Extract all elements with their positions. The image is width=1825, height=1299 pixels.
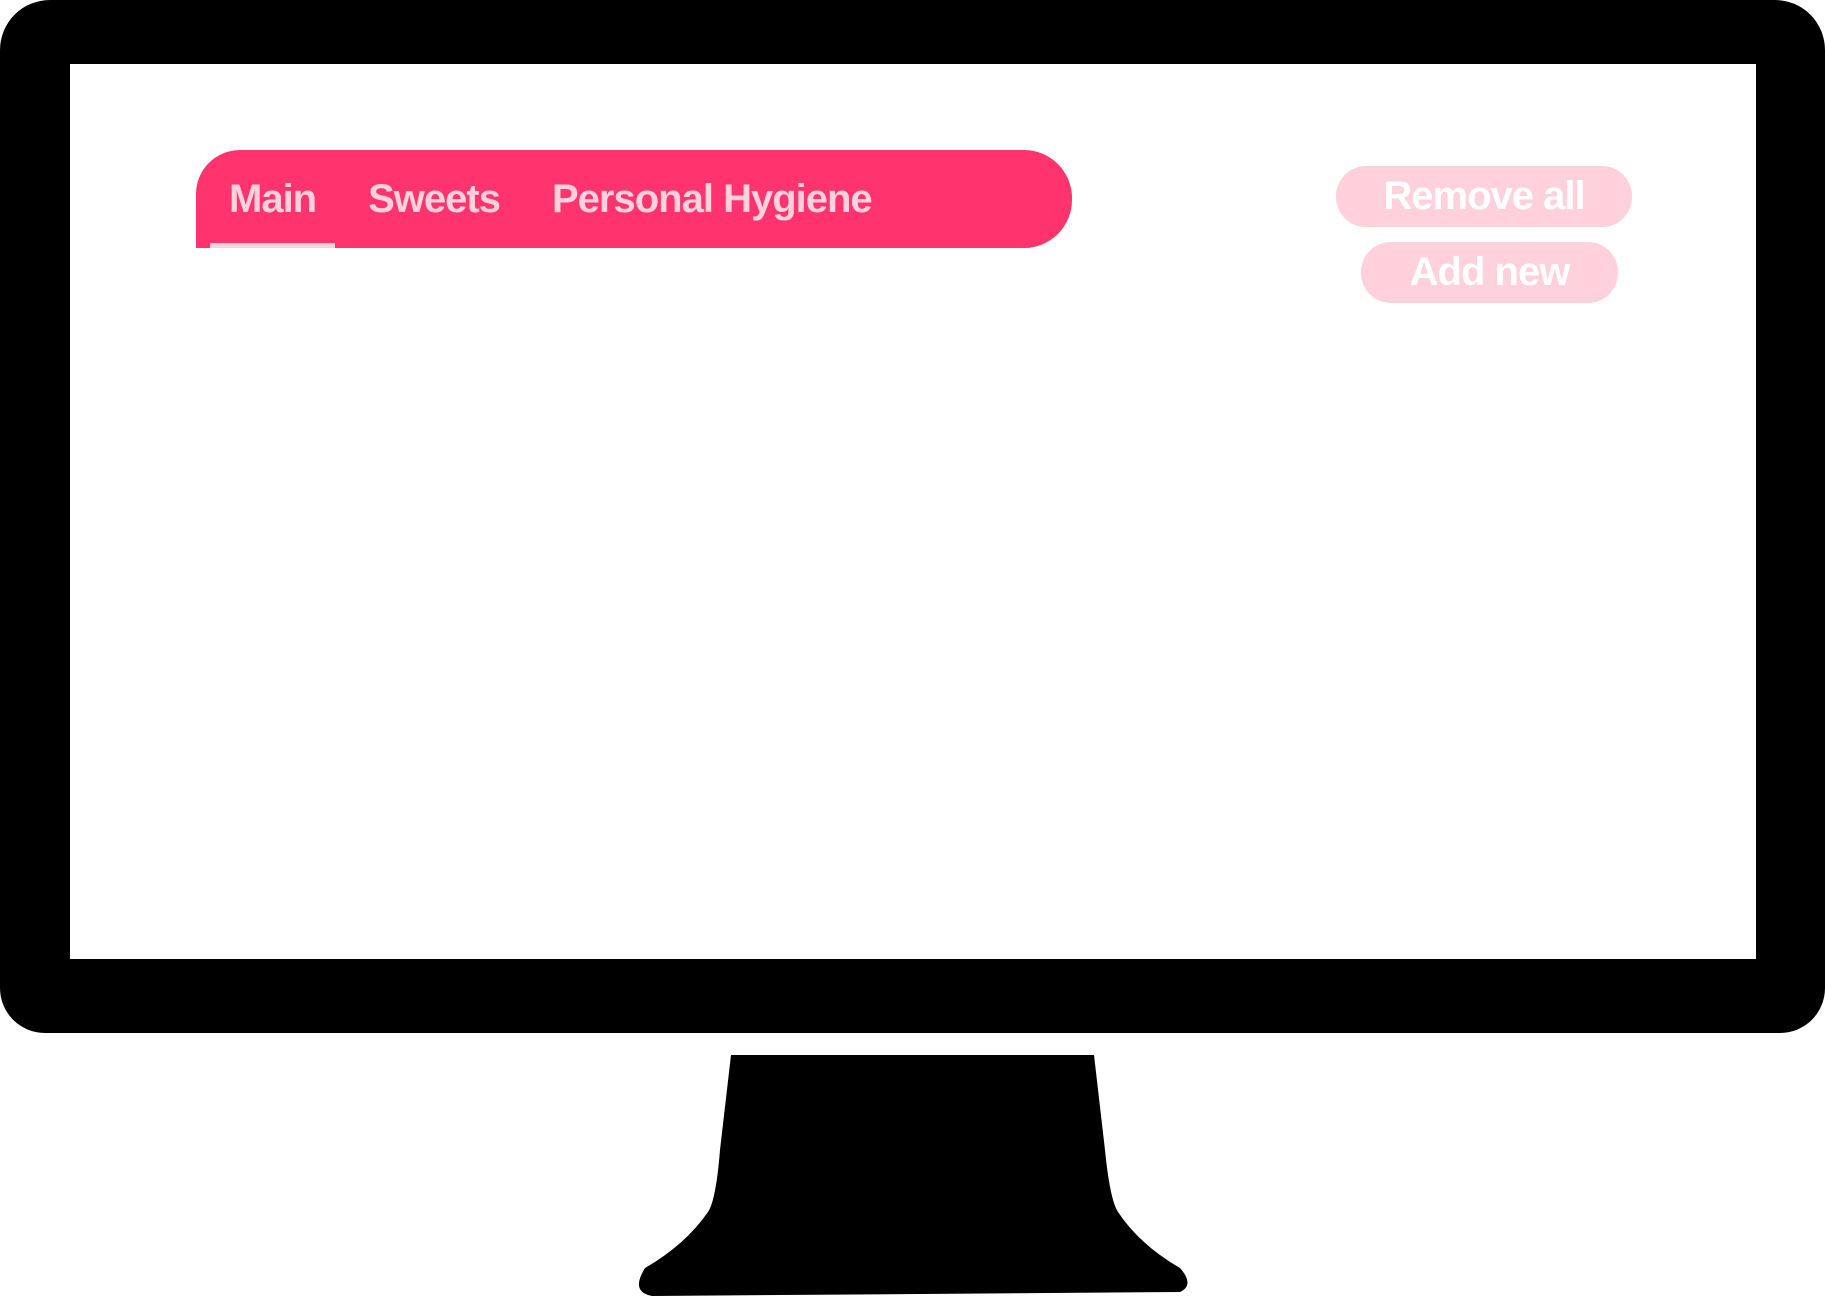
tab-personal-hygiene[interactable]: Personal Hygiene	[551, 150, 873, 248]
tab-main[interactable]: Main	[210, 150, 336, 248]
remove-all-button[interactable]: Remove all	[1336, 166, 1632, 227]
add-new-button[interactable]: Add new	[1361, 242, 1618, 303]
add-new-label: Add new	[1409, 250, 1571, 294]
tab-bar: Main Sweets Personal Hygiene	[196, 150, 1072, 248]
tab-sweets[interactable]: Sweets	[368, 150, 501, 248]
active-tab-indicator	[210, 243, 336, 248]
tab-sweets-label: Sweets	[368, 176, 501, 221]
remove-all-label: Remove all	[1383, 174, 1585, 218]
tab-personal-hygiene-label: Personal Hygiene	[551, 176, 873, 221]
app-screen: Main Sweets Personal Hygiene Remove all …	[70, 64, 1756, 959]
tab-main-label: Main	[229, 176, 317, 221]
